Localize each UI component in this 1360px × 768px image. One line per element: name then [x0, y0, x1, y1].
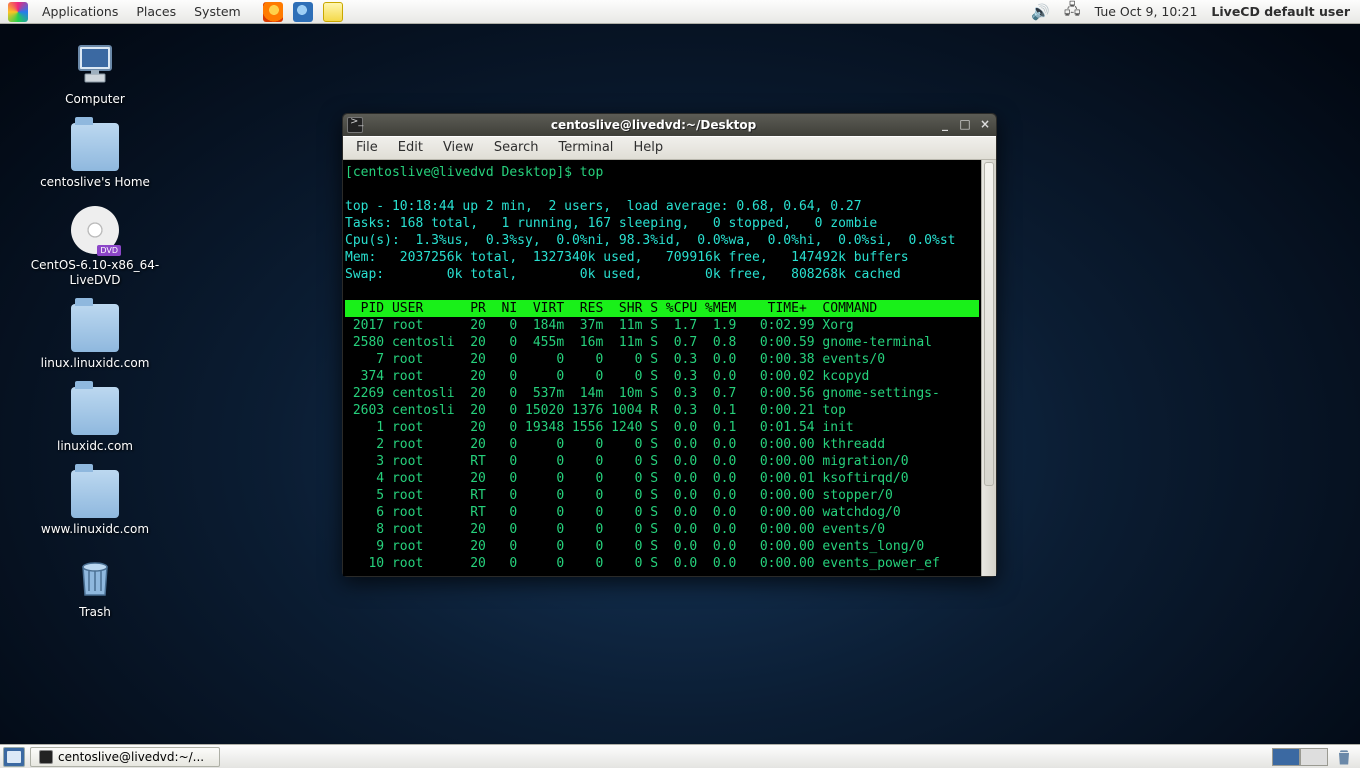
menu-help[interactable]: Help — [624, 136, 672, 160]
minimize-button[interactable]: _ — [938, 118, 952, 132]
desktop-icon-centoslive-s-home[interactable]: centoslive's Home — [20, 123, 170, 190]
titlebar[interactable]: centoslive@livedvd:~/Desktop _ □ × — [343, 114, 996, 136]
workspace-1[interactable] — [1272, 748, 1300, 766]
desktop-icon-www-linuxidc-com[interactable]: www.linuxidc.com — [20, 470, 170, 537]
gnome-logo-icon[interactable] — [8, 2, 28, 22]
desktop-icon-computer[interactable]: Computer — [20, 40, 170, 107]
icon-label: www.linuxidc.com — [20, 522, 170, 537]
close-button[interactable]: × — [978, 118, 992, 132]
icon-label: Computer — [20, 92, 170, 107]
workspace-2[interactable] — [1300, 748, 1328, 766]
terminal-body: [centoslive@livedvd Desktop]$ top top - … — [343, 160, 996, 576]
desktop-icon-linuxidc-com[interactable]: linuxidc.com — [20, 387, 170, 454]
desktop-icon-linux-linuxidc-com[interactable]: linux.linuxidc.com — [20, 304, 170, 371]
menu-file[interactable]: File — [347, 136, 387, 160]
icon-label: centoslive's Home — [20, 175, 170, 190]
panel-left: Applications Places System — [0, 0, 343, 24]
menu-search[interactable]: Search — [485, 136, 548, 160]
window-title: centoslive@livedvd:~/Desktop — [369, 118, 938, 132]
show-desktop-button[interactable] — [3, 747, 25, 767]
terminal-window: centoslive@livedvd:~/Desktop _ □ × FileE… — [342, 113, 997, 577]
gedit-icon[interactable] — [323, 2, 343, 22]
maximize-button[interactable]: □ — [958, 118, 972, 132]
menu-edit[interactable]: Edit — [389, 136, 432, 160]
icon-label: linuxidc.com — [20, 439, 170, 454]
thunderbird-icon[interactable] — [293, 2, 313, 22]
scrollbar-thumb[interactable] — [984, 162, 994, 486]
icon-label: linux.linuxidc.com — [20, 356, 170, 371]
user-menu[interactable]: LiveCD default user — [1211, 4, 1350, 19]
firefox-icon[interactable] — [263, 2, 283, 22]
top-panel: Applications Places System 🔊 🖧 Tue Oct 9… — [0, 0, 1360, 24]
system-menu[interactable]: System — [186, 0, 249, 24]
menu-view[interactable]: View — [434, 136, 483, 160]
trash-tray-icon[interactable] — [1334, 747, 1354, 767]
places-menu[interactable]: Places — [128, 0, 184, 24]
volume-icon[interactable]: 🔊 — [1031, 3, 1050, 21]
applications-menu[interactable]: Applications — [34, 0, 126, 24]
desktop-icon-trash[interactable]: Trash — [20, 553, 170, 620]
scrollbar[interactable] — [981, 160, 996, 576]
workspace-switcher[interactable] — [1272, 748, 1328, 766]
desktop-icon-centos-6-10-x86-64-livedvd[interactable]: CentOS-6.10-x86_64-LiveDVD — [20, 206, 170, 288]
icon-label: CentOS-6.10-x86_64-LiveDVD — [20, 258, 170, 288]
terminal-icon — [347, 117, 363, 133]
desktop-icons: Computer centoslive's Home CentOS-6.10-x86… — [20, 40, 170, 636]
taskbar-label: centoslive@livedvd:~/... — [58, 747, 204, 767]
panel-right: 🔊 🖧 Tue Oct 9, 10:21 LiveCD default user — [1031, 0, 1360, 24]
terminal-text[interactable]: [centoslive@livedvd Desktop]$ top top - … — [343, 160, 981, 576]
terminal-icon — [39, 750, 53, 764]
network-icon[interactable]: 🖧 — [1064, 0, 1081, 24]
taskbar-button-terminal[interactable]: centoslive@livedvd:~/... — [30, 747, 220, 767]
bottom-panel: centoslive@livedvd:~/... — [0, 744, 1360, 768]
terminal-menubar: FileEditViewSearchTerminalHelp — [343, 136, 996, 160]
clock[interactable]: Tue Oct 9, 10:21 — [1095, 4, 1198, 19]
icon-label: Trash — [20, 605, 170, 620]
menu-terminal[interactable]: Terminal — [549, 136, 622, 160]
